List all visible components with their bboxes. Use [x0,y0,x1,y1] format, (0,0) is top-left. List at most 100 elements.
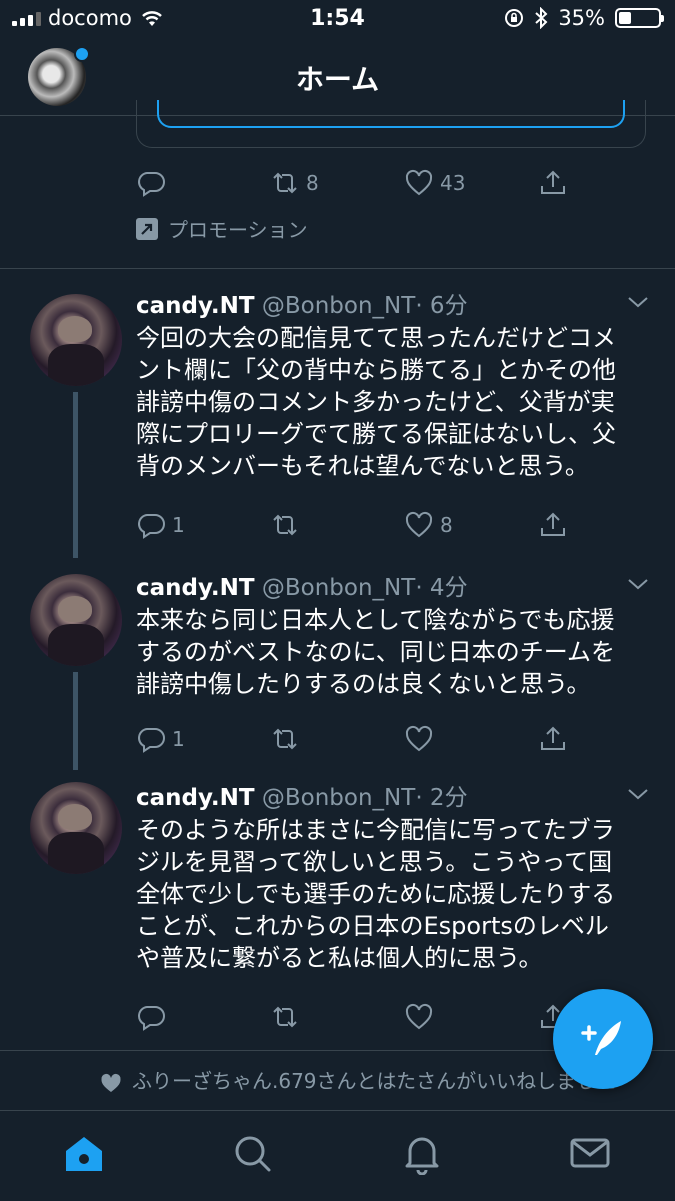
tab-messages[interactable] [568,1131,612,1175]
timestamp: · 4分 [415,575,468,601]
home-icon [66,1137,102,1171]
display-name[interactable]: candy.NT [136,293,255,319]
like-count: 43 [440,171,466,195]
promoted-label: プロモーション [136,214,308,243]
retweet-button[interactable] [270,510,300,540]
tweet-line: ことが、これからの日本のEsportsのレベル [136,912,609,940]
share-button[interactable] [538,168,568,198]
display-name[interactable]: candy.NT [136,785,255,811]
card-button[interactable] [157,100,625,128]
tweet-header: candy.NT @Bonbon_NT· 2分 [136,778,468,812]
avatar[interactable] [30,782,122,874]
promoted-card[interactable] [136,100,646,148]
tweet-text: 本来なら同じ日本人として陰ながらでも応援 するのがベストなのに、同じ日本のチーム… [136,604,656,700]
tweet-header: candy.NT @Bonbon_NT· 4分 [136,568,468,602]
promoted-icon [136,217,158,240]
thread-line [73,672,78,770]
reply-icon [138,514,165,539]
chevron-down-icon[interactable] [626,786,650,802]
heart-icon [405,1003,433,1030]
liked-text: ふりーざちゃん.679さんとはたさんがいいねしました [132,1069,617,1093]
heart-icon [405,511,433,538]
tweet-line: 本来なら同じ日本人として陰ながらでも応援 [136,606,615,634]
tweet-line: ジルを見習って欲しいと思う。こうやって国 [136,848,613,876]
status-bar: docomo 1:54 35% [0,0,675,40]
share-icon [541,726,565,750]
tweet-line: 誹謗中傷のコメント多かったけど、父背が実 [136,388,615,416]
share-icon [541,512,565,536]
tab-home[interactable] [62,1131,106,1175]
avatar[interactable] [30,294,122,386]
thread-line [73,392,78,558]
tab-notifications[interactable] [400,1131,444,1176]
retweet-count: 8 [306,171,319,195]
tweet-text: そのような所はまさに今配信に写ってたブラ ジルを見習って欲しいと思う。こうやって… [136,814,656,974]
reply-icon [138,1006,165,1031]
bell-icon [405,1137,439,1176]
avatar[interactable] [30,574,122,666]
compose-tweet-button[interactable] [553,989,653,1089]
orientation-lock-icon [505,9,524,27]
promoted-text: プロモーション [168,218,308,242]
mail-icon [570,1138,610,1168]
reply-button[interactable] [136,168,166,198]
user-handle: @Bonbon_NT [261,575,416,601]
retweet-button[interactable] [270,1002,300,1032]
tweet-actions [136,1002,606,1042]
like-button[interactable]: 8 [404,510,453,540]
tweet-actions: 1 [136,724,606,764]
share-icon [541,170,565,194]
page-title: ホーム [295,63,380,96]
tab-search[interactable] [230,1131,274,1175]
divider [0,268,675,269]
like-button[interactable] [404,724,434,754]
reply-button[interactable] [136,1002,166,1032]
tweet-line: 誹謗中傷したりするのは良くないと思う。 [136,670,591,698]
tweet-header: candy.NT @Bonbon_NT· 6分 [136,286,468,320]
heart-icon [101,1073,121,1092]
reply-button[interactable]: 1 [136,724,185,754]
tweet-line: 背のメンバーもそれは望んでないと思う。 [136,452,589,480]
user-handle: @Bonbon_NT [261,293,416,319]
timestamp: · 6分 [415,293,468,319]
status-right: 35% [504,6,664,30]
reply-icon [138,172,165,197]
compose-icon [581,1021,621,1055]
share-button[interactable] [538,510,568,540]
like-button[interactable]: 43 [404,168,465,198]
like-button[interactable] [404,1002,434,1032]
tweet-line: 全体で少しでも選手のために応援したりする [136,880,616,908]
retweet-icon [273,514,297,536]
tweet-text: 今回の大会の配信見てて思ったんだけどコメ ント欄に「父の背中なら勝てる」とかその… [136,322,656,482]
tweet-actions: 1 8 [136,510,606,550]
retweet-icon [273,728,297,750]
reply-button[interactable]: 1 [136,510,185,540]
tweet-line: 今回の大会の配信見てて思ったんだけどコメ [136,324,616,352]
share-button[interactable] [538,724,568,754]
retweet-icon [273,1006,297,1028]
tweet-line: そのような所はまさに今配信に写ってたブラ [136,816,615,844]
heart-icon [405,169,433,196]
tweet-line: ント欄に「父の背中なら勝てる」とかその他 [136,356,616,384]
search-icon [235,1136,271,1172]
bottom-tab-bar [0,1110,675,1201]
timestamp: · 2分 [415,785,468,811]
user-handle: @Bonbon_NT [261,785,416,811]
display-name[interactable]: candy.NT [136,575,255,601]
reply-count: 1 [172,513,185,537]
chevron-down-icon[interactable] [626,576,650,592]
bluetooth-icon [535,7,548,29]
chevron-down-icon[interactable] [626,294,650,310]
like-count: 8 [440,513,453,537]
retweet-icon [273,172,297,194]
reply-icon [138,728,165,753]
tweet-line: するのがベストなのに、同じ日本のチームを [136,638,616,666]
battery-icon [615,8,664,28]
retweet-button[interactable]: 8 [270,168,319,198]
retweet-button[interactable] [270,724,300,754]
heart-icon [405,725,433,752]
promoted-actions: 8 43 [136,168,606,208]
reply-count: 1 [172,727,185,751]
battery-percent: 35% [558,6,605,30]
tweet-line: や普及に繋がると私は個人的に思う。 [136,944,543,972]
